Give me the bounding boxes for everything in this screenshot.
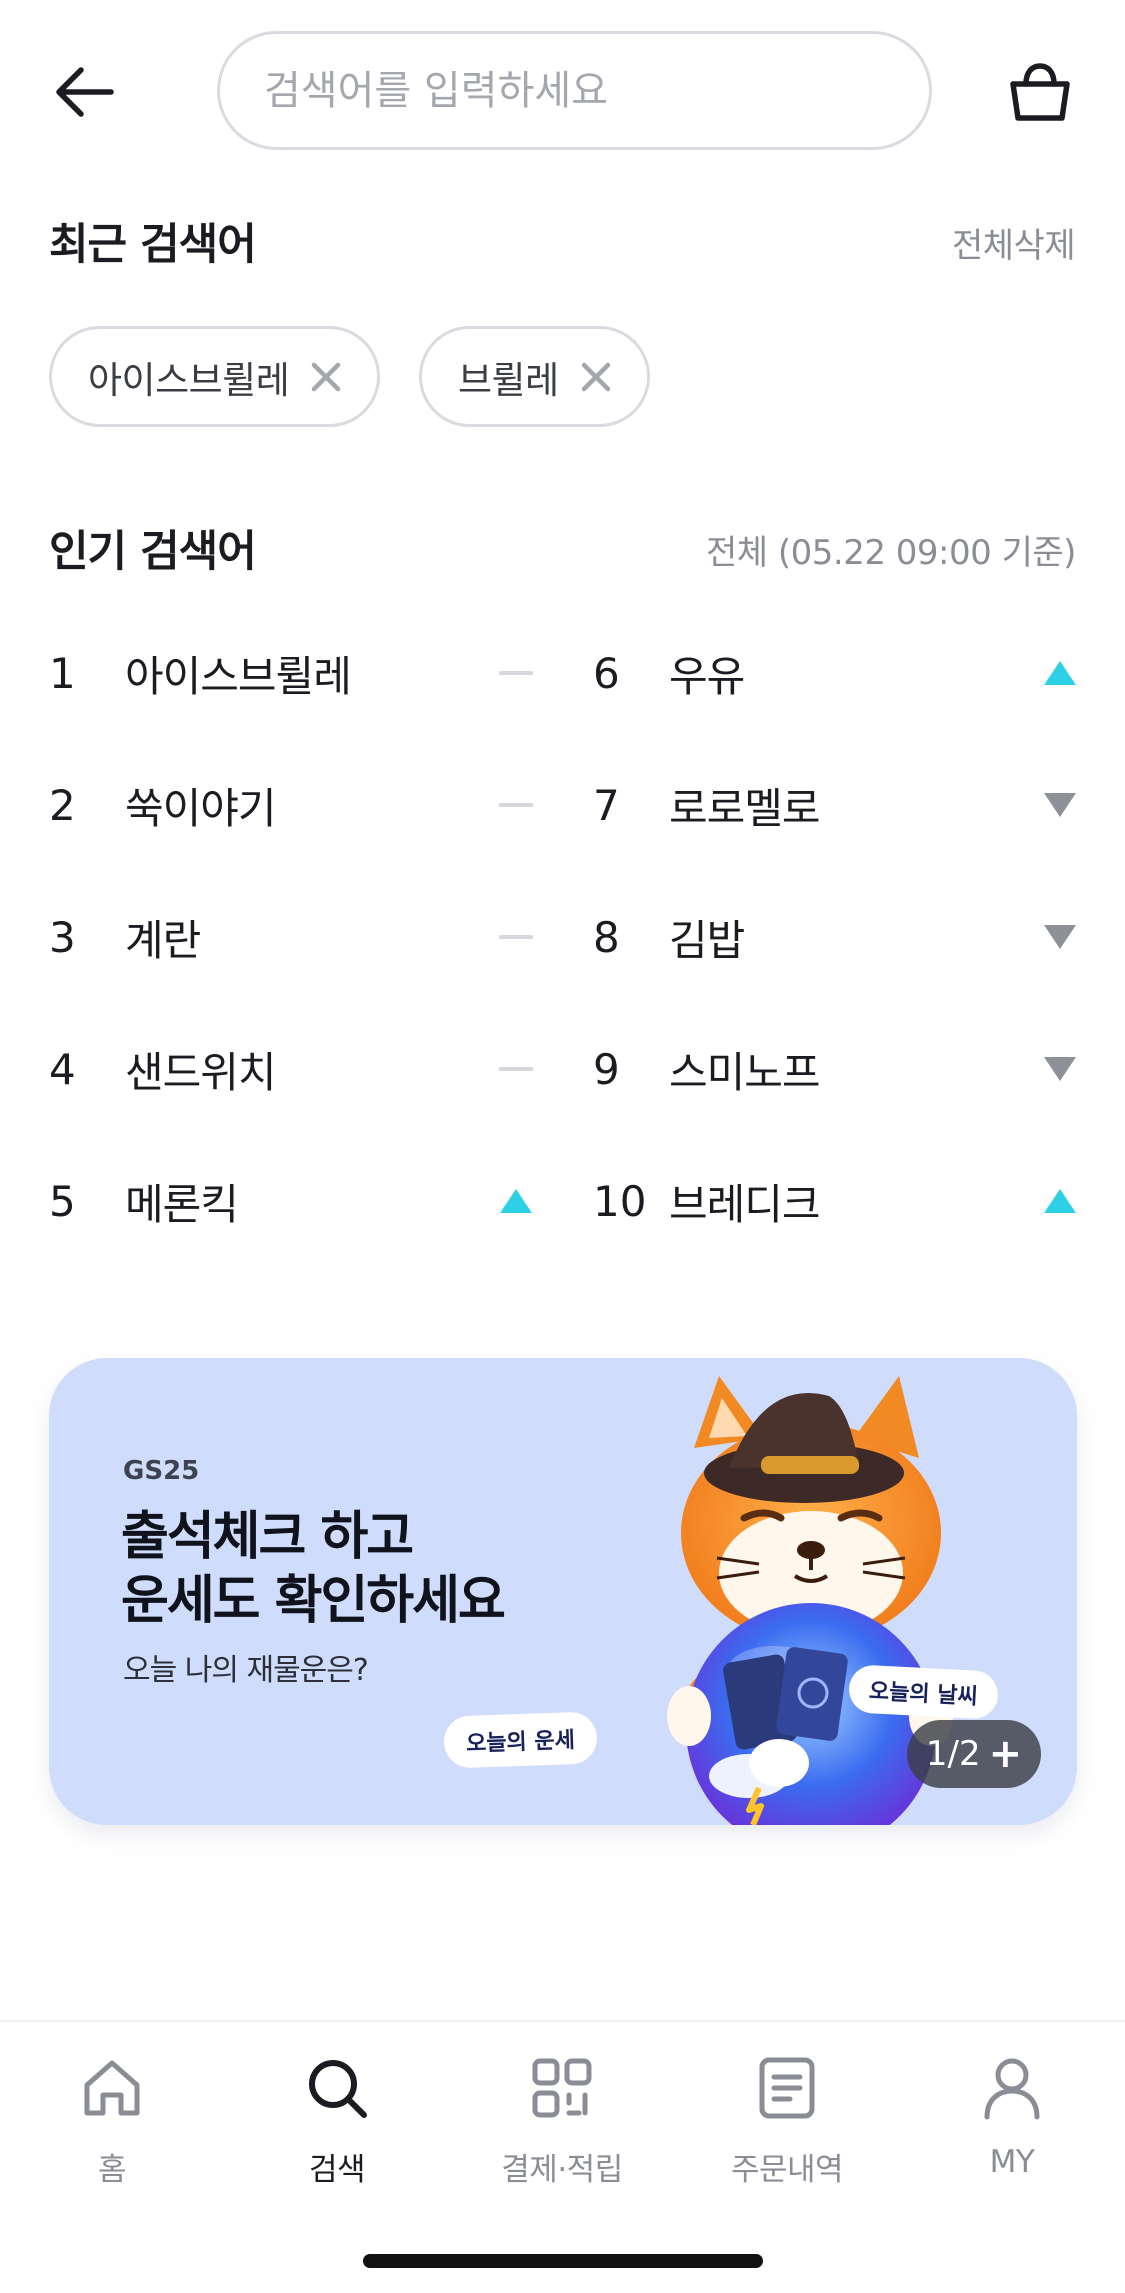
search-icon [309, 2060, 367, 2118]
fortune-tag: 오늘의 운세 [443, 1711, 598, 1769]
trend-same-icon [493, 1049, 539, 1089]
arrow-left-icon [56, 67, 114, 117]
plus-icon: + [988, 1731, 1023, 1777]
banner-title: 출석체크 하고 운세도 확인하세요 [121, 1505, 506, 1633]
rank-number: 7 [593, 780, 620, 830]
remove-chip-button[interactable] [309, 360, 343, 394]
banner-title-line: 운세도 확인하세요 [121, 1571, 506, 1631]
tab-label: 결제·적립 [501, 2152, 623, 2188]
popular-search-item[interactable]: 8 김밥 [593, 892, 1083, 982]
tab-label: MY [989, 2144, 1035, 2180]
close-icon [312, 362, 341, 391]
tab-label: 홈 [97, 2152, 127, 2188]
banner-pager[interactable]: 1/2 + [907, 1720, 1041, 1788]
rank-keyword: 브레디크 [669, 1179, 821, 1229]
rank-keyword: 김밥 [669, 915, 745, 965]
rank-keyword: 쑥이야기 [125, 783, 277, 833]
rank-keyword: 아이스브륄레 [125, 651, 352, 701]
popular-search-item[interactable]: 9 스미노프 [593, 1024, 1083, 1114]
tab-pay[interactable]: 결제·적립 [462, 2052, 662, 2202]
recent-chip-label: 브륄레 [458, 358, 559, 402]
remove-chip-button[interactable] [579, 360, 613, 394]
rank-number: 6 [593, 648, 620, 698]
recent-chip[interactable]: 브륄레 [419, 326, 650, 427]
tab-orders[interactable]: 주문내역 [687, 2052, 887, 2202]
rank-keyword: 계란 [125, 915, 201, 965]
weather-tag: 오늘의 날씨 [847, 1664, 1000, 1720]
popular-search-title: 인기 검색어 [49, 527, 257, 577]
promo-banner[interactable]: GS25 출석체크 하고 운세도 확인하세요 오늘 나의 재물운은? 오늘의 운… [49, 1358, 1077, 1825]
popular-search-item[interactable]: 6 우유 [593, 628, 1083, 718]
trend-up-icon [1037, 653, 1083, 693]
cart-button[interactable] [1000, 56, 1080, 130]
search-input[interactable] [220, 34, 929, 147]
trend-same-icon [493, 785, 539, 825]
rank-number: 3 [49, 912, 76, 962]
trend-up-icon [493, 1181, 539, 1221]
close-icon [581, 362, 610, 391]
popular-search-item[interactable]: 10 브레디크 [593, 1156, 1083, 1246]
recent-chip[interactable]: 아이스브륄레 [49, 326, 381, 427]
rank-keyword: 메론킥 [125, 1179, 239, 1229]
rank-number: 1 [49, 648, 76, 698]
profile-icon [984, 2058, 1040, 2120]
rank-number: 8 [593, 912, 620, 962]
tab-search[interactable]: 검색 [237, 2052, 437, 2202]
search-box[interactable] [217, 31, 932, 150]
qr-pay-icon [532, 2058, 592, 2118]
bottom-tab-bar: 홈 검색 결제·적립 주문내역 MY [0, 2020, 1125, 2293]
rank-number: 9 [593, 1044, 620, 1094]
trend-same-icon [493, 917, 539, 957]
popular-search-item[interactable]: 3 계란 [49, 892, 539, 982]
rank-number: 10 [593, 1176, 647, 1226]
trend-down-icon [1037, 785, 1083, 825]
basket-icon [1010, 63, 1070, 121]
rank-keyword: 로로멜로 [669, 783, 821, 833]
trend-down-icon [1037, 917, 1083, 957]
trend-same-icon [493, 653, 539, 693]
home-indicator [363, 2254, 763, 2268]
tab-my[interactable]: MY [912, 2052, 1112, 2202]
trend-down-icon [1037, 1049, 1083, 1089]
tab-home[interactable]: 홈 [12, 2052, 212, 2202]
tab-label: 주문내역 [730, 2152, 844, 2188]
popular-search-item[interactable]: 5 메론킥 [49, 1156, 539, 1246]
tab-label: 검색 [308, 2152, 366, 2188]
banner-title-line: 출석체크 하고 [121, 1507, 414, 1567]
rank-keyword: 우유 [669, 651, 745, 701]
popular-search-item[interactable]: 7 로로멜로 [593, 760, 1083, 850]
popular-search-item[interactable]: 1 아이스브륄레 [49, 628, 539, 718]
back-button[interactable] [44, 56, 124, 128]
popular-search-item[interactable]: 2 쑥이야기 [49, 760, 539, 850]
popular-search-item[interactable]: 4 샌드위치 [49, 1024, 539, 1114]
search-header [0, 0, 1125, 190]
order-list-icon [759, 2057, 815, 2119]
rank-keyword: 스미노프 [669, 1047, 821, 1097]
banner-subtitle: 오늘 나의 재물운은? [123, 1653, 369, 1688]
popular-search-timestamp: 전체 (05.22 09:00 기준) [706, 533, 1076, 573]
rank-number: 4 [49, 1044, 76, 1094]
rank-number: 2 [49, 780, 76, 830]
recent-search-title: 최근 검색어 [49, 220, 257, 270]
rank-keyword: 샌드위치 [125, 1047, 277, 1097]
banner-brand: GS25 [123, 1456, 200, 1486]
pager-count: 1/2 [925, 1734, 981, 1774]
clear-all-button[interactable]: 전체삭제 [952, 218, 1076, 267]
home-icon [84, 2060, 140, 2116]
trend-up-icon [1037, 1181, 1083, 1221]
recent-chip-label: 아이스브륄레 [88, 358, 290, 402]
rank-number: 5 [49, 1176, 76, 1226]
